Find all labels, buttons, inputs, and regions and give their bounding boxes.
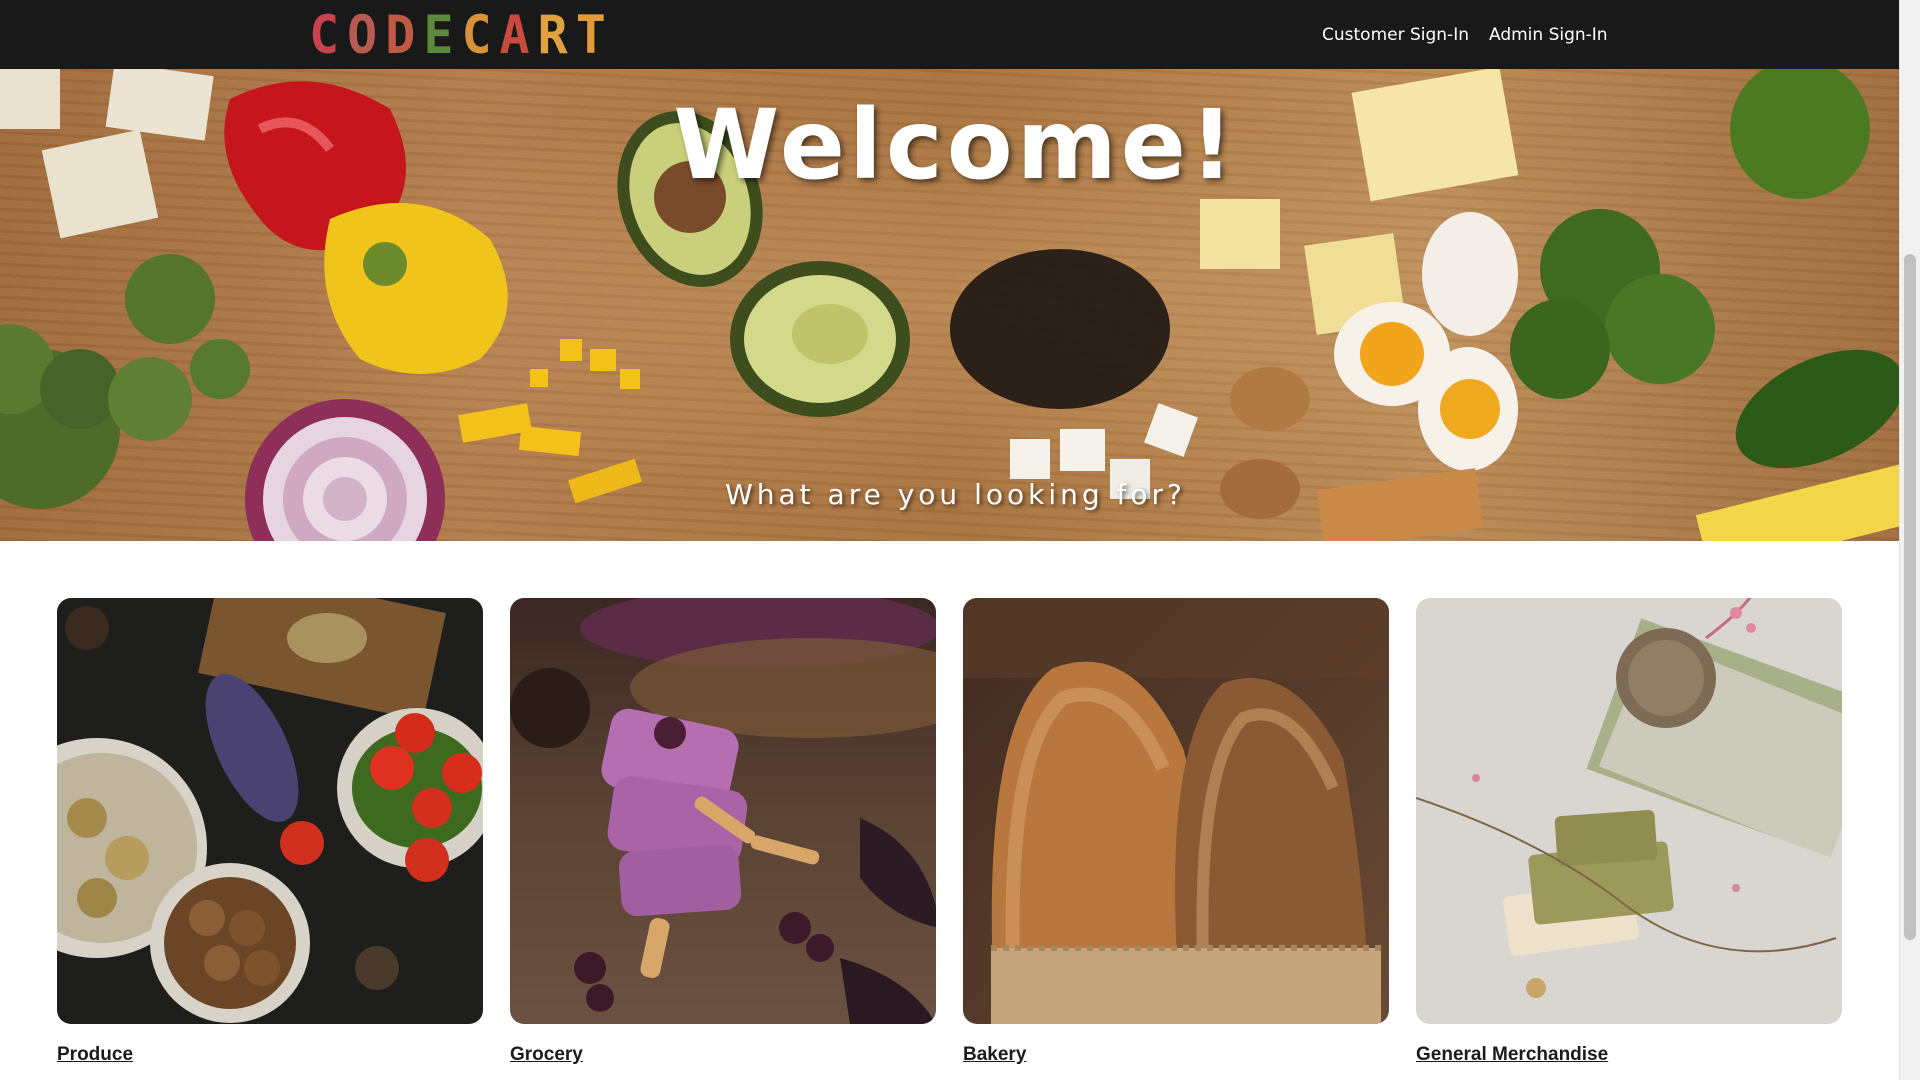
category-link-grocery[interactable]: Grocery — [510, 1044, 583, 1066]
hero-banner: Welcome! What are you looking for? — [0, 69, 1899, 541]
hero-subtitle: What are you looking for? — [725, 478, 1186, 511]
onion-icon — [245, 399, 445, 541]
general-merchandise-image[interactable] — [1416, 598, 1842, 1024]
bakery-image[interactable] — [963, 598, 1389, 1024]
category-link-bakery[interactable]: Bakery — [963, 1044, 1026, 1066]
brand-letter: C — [461, 4, 498, 66]
category-card-produce: Produce — [57, 598, 483, 1066]
customer-sign-in-link[interactable]: Customer Sign-In — [1322, 25, 1469, 45]
brand-letter: A — [499, 4, 536, 66]
brand-letter: T — [575, 4, 612, 66]
scrollbar-thumb[interactable] — [1904, 254, 1916, 940]
broccoli-icon — [0, 254, 250, 509]
grocery-image[interactable] — [510, 598, 936, 1024]
yellow-pepper-icon — [324, 203, 508, 374]
brand-letter: R — [537, 4, 574, 66]
category-card-grocery: Grocery — [510, 598, 936, 1066]
top-navbar: CODECART Customer Sign-In Admin Sign-In — [0, 0, 1899, 69]
brand-letter: D — [385, 4, 422, 66]
category-link-general-merchandise[interactable]: General Merchandise — [1416, 1044, 1608, 1066]
admin-sign-in-link[interactable]: Admin Sign-In — [1489, 25, 1608, 45]
category-link-produce[interactable]: Produce — [57, 1044, 133, 1066]
page-scrollbar[interactable] — [1899, 0, 1920, 1080]
category-card-bakery: Bakery — [963, 598, 1389, 1066]
produce-image[interactable] — [57, 598, 483, 1024]
hero-title: Welcome! — [673, 89, 1238, 201]
brand-letter: O — [347, 4, 384, 66]
brand-letter: C — [309, 4, 346, 66]
category-card-general-merchandise: General Merchandise — [1416, 598, 1842, 1066]
brand-logo[interactable]: CODECART — [309, 4, 612, 66]
brand-letter: E — [423, 4, 460, 66]
